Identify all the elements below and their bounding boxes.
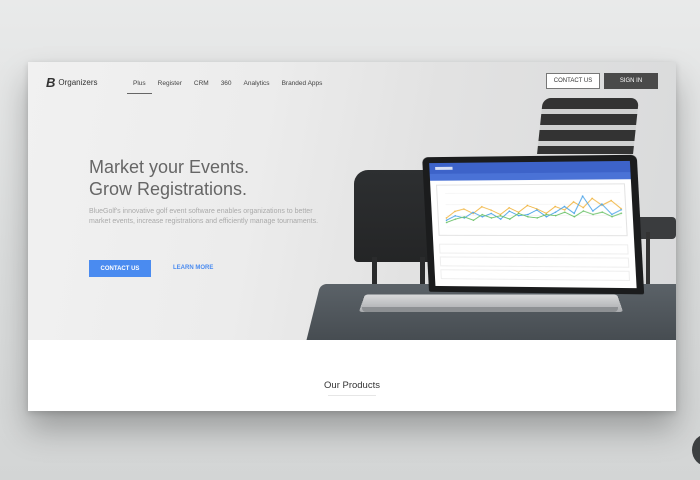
hero-headline: Market your Events. Grow Registrations. [89,156,249,200]
nav-item-crm[interactable]: CRM [194,78,209,91]
dashboard-screenshot [429,160,637,289]
nav-menu: Plus Register CRM 360 Analytics Branded … [127,78,334,94]
avatar [692,434,700,466]
sign-in-button[interactable]: SIGN IN [604,73,658,89]
hero-contact-button[interactable]: CONTACT US [89,260,151,277]
dashboard-chart-card [436,183,629,237]
top-navigation: B Organizers Plus Register CRM 360 Analy… [28,62,676,102]
nav-item-register[interactable]: Register [158,78,182,91]
brand-logo-icon: B [46,75,56,90]
hero-headline-line1: Market your Events. [89,157,250,177]
products-heading: Our Products [324,380,380,391]
website-frame: B Organizers Plus Register CRM 360 Analy… [28,62,676,411]
hero-headline-line2: Grow Registrations. [89,179,248,199]
nav-item-branded-apps[interactable]: Branded Apps [282,78,323,91]
products-divider [328,395,376,396]
learn-more-link[interactable]: LEARN MORE [173,265,213,271]
chart-point [517,214,520,217]
chair-background [646,232,650,287]
laptop-base-edge [362,307,618,312]
nav-item-360[interactable]: 360 [221,78,232,91]
brand-logo[interactable]: B Organizers [46,75,98,90]
nav-item-analytics[interactable]: Analytics [244,78,270,91]
nav-item-plus[interactable]: Plus [127,78,152,94]
chair-background [537,98,639,154]
hero-section: B Organizers Plus Register CRM 360 Analy… [28,62,676,340]
hero-description: BlueGolf's innovative golf event softwar… [89,208,319,225]
chart-gridline [445,193,620,194]
dashboard-logo [435,166,453,170]
nav-contact-button[interactable]: CONTACT US [546,73,600,89]
dashboard-tabs [429,172,631,181]
brand-name: Organizers [58,78,98,87]
laptop-screen [422,154,645,295]
chart-gridline [446,204,621,205]
chart-series-line-0 [445,198,621,218]
dashboard-row [439,256,630,268]
registrations-line-chart [437,184,629,237]
dashboard-row [440,269,631,281]
chart-point [527,216,529,218]
dashboard-row [439,243,629,255]
chart-point [490,209,492,211]
